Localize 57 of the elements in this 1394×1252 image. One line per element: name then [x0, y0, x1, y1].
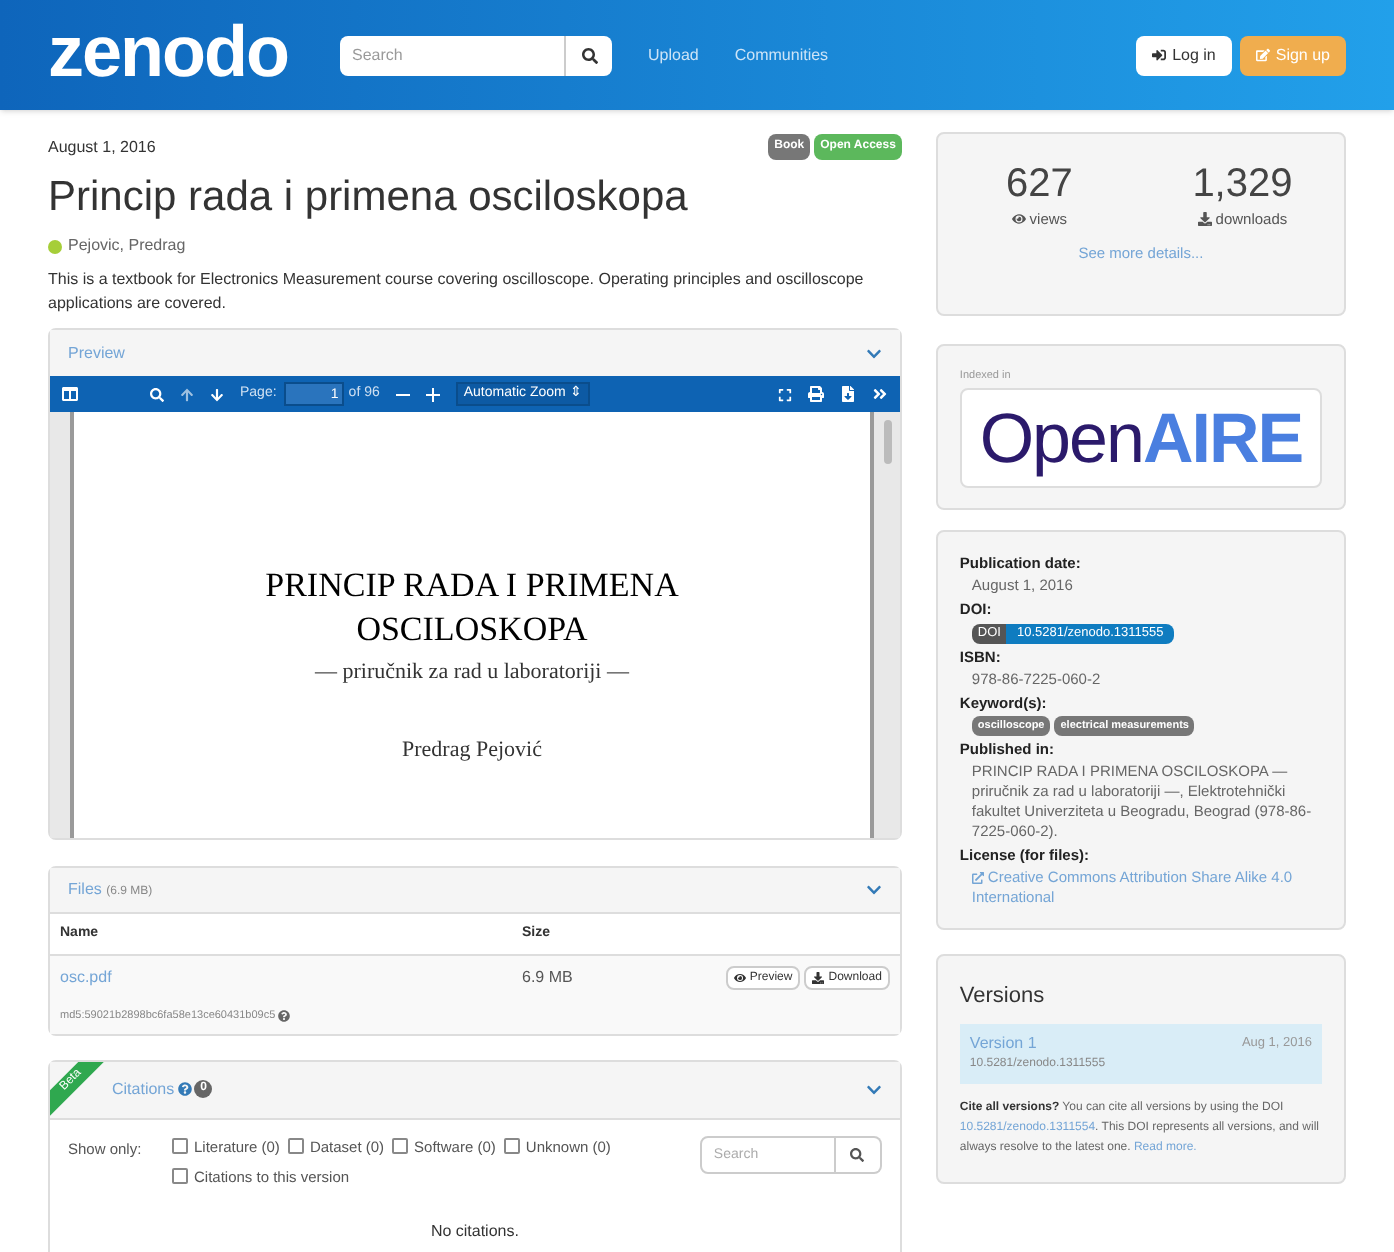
fullscreen-icon[interactable] — [777, 387, 792, 402]
eye-icon — [733, 972, 746, 985]
downloads-count: 1,329 — [1192, 160, 1293, 208]
down-arrow-icon[interactable] — [210, 387, 224, 402]
search-field[interactable]: Search — [340, 35, 564, 75]
orcid-icon — [48, 239, 62, 254]
signup-button[interactable]: Sign up — [1239, 35, 1346, 75]
checkbox[interactable] — [392, 1138, 409, 1155]
more-icon[interactable] — [871, 386, 888, 403]
openaire-logo[interactable]: OpenAIRE — [959, 388, 1322, 489]
chevron-icon[interactable] — [865, 1081, 882, 1097]
views-count: 627 — [1006, 160, 1073, 208]
record-date: August 1, 2016 — [48, 135, 156, 159]
download-icon — [1197, 212, 1212, 227]
description: This is a textbook for Electronics Measurement course covering oscilloscope. Operating principles and oscilloscope applications are covered. — [48, 268, 866, 317]
edit-icon — [1255, 48, 1270, 62]
sidebar-icon[interactable] — [62, 386, 78, 403]
panel-title[interactable]: Preview — [68, 341, 125, 366]
eye-icon — [1011, 212, 1026, 227]
search-button[interactable] — [835, 1135, 882, 1173]
search-button[interactable] — [564, 35, 612, 75]
help-icon[interactable] — [277, 1010, 290, 1023]
checkbox[interactable] — [172, 1168, 188, 1185]
search-icon — [581, 47, 597, 63]
record-title: Princip rada i primena osciloskopa — [48, 172, 690, 224]
file-size: 6.9 MB — [522, 966, 573, 991]
version-link[interactable]: Version 1 — [969, 1031, 1037, 1054]
zoom-in-icon[interactable] — [425, 387, 440, 402]
search-icon[interactable] — [150, 387, 164, 402]
scrollbar[interactable] — [883, 420, 892, 465]
document-title: PRINCIP RADA I PRIMENA — [265, 564, 679, 609]
help-icon[interactable] — [178, 1082, 193, 1096]
nav-link[interactable]: Upload — [648, 43, 699, 67]
document-title: OSCILOSKOPA — [356, 608, 588, 653]
checkbox[interactable] — [172, 1138, 188, 1155]
document-author: Predrag Pejović — [402, 735, 542, 766]
login-icon — [1152, 48, 1167, 62]
download-icon[interactable] — [839, 386, 856, 403]
panel-title[interactable]: Citations — [112, 1077, 175, 1101]
logo[interactable]: zenodo — [48, 7, 292, 95]
nav-link[interactable]: Communities — [734, 43, 829, 67]
empty-message: No citations. — [430, 1222, 519, 1240]
download-icon — [812, 972, 825, 985]
checkbox[interactable] — [287, 1138, 304, 1155]
chevron-icon[interactable] — [865, 882, 882, 899]
author-name: Pejovic, Predrag — [68, 234, 186, 259]
document-subtitle: — priručnik za rad u laboratoriji — — [314, 658, 629, 689]
login-button[interactable]: Log in — [1136, 35, 1232, 75]
external-link-icon — [971, 872, 984, 885]
search-icon — [850, 1147, 865, 1161]
versions-title: Versions — [959, 982, 1047, 1013]
file-link[interactable]: osc.pdf — [60, 966, 522, 991]
panel-title[interactable]: Files — [68, 880, 102, 899]
checkbox[interactable] — [503, 1138, 520, 1155]
up-arrow-icon[interactable] — [180, 387, 194, 402]
chevron-icon[interactable] — [865, 345, 882, 362]
print-icon[interactable] — [807, 386, 824, 403]
